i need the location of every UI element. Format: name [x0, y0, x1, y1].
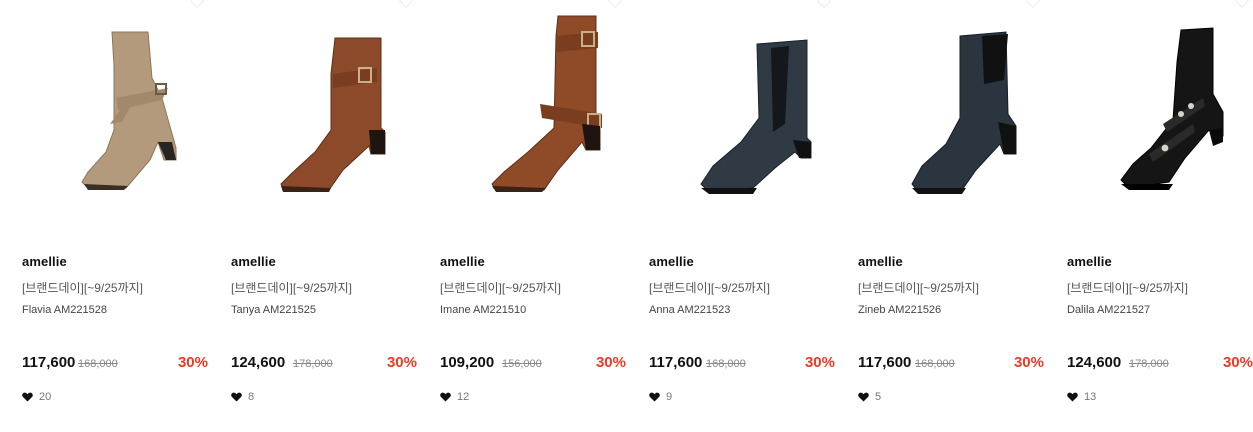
- like-area[interactable]: 8: [231, 390, 254, 404]
- product-name[interactable]: Flavia AM221528: [22, 304, 107, 316]
- boot-illustration: [911, 31, 1017, 194]
- promo-label: [브랜드데이][~9/25까지]: [440, 281, 561, 295]
- boot-illustration: [280, 37, 386, 192]
- like-count: 12: [457, 391, 470, 403]
- product-card[interactable]: amellie [브랜드데이][~9/25까지] Tanya AM221525 …: [231, 0, 440, 432]
- price-row: 117,600 168,000 30%: [858, 354, 1044, 374]
- product-card[interactable]: amellie [브랜드데이][~9/25까지] Flavia AM221528…: [22, 0, 231, 432]
- brand-name[interactable]: amellie: [649, 254, 694, 269]
- heart-icon[interactable]: [649, 392, 660, 402]
- product-name[interactable]: Dalila AM221527: [1067, 304, 1150, 316]
- like-area[interactable]: 12: [440, 390, 469, 404]
- discount-rate: 30%: [804, 354, 835, 371]
- like-area[interactable]: 9: [649, 390, 672, 404]
- boot-illustration: [81, 31, 177, 190]
- brand-name[interactable]: amellie: [440, 254, 485, 269]
- original-price: 156,000: [502, 358, 542, 370]
- price-row: 124,600 178,000 30%: [1067, 354, 1253, 374]
- like-count: 13: [1084, 391, 1097, 403]
- discount-rate: 30%: [177, 354, 208, 371]
- promo-label: [브랜드데이][~9/25까지]: [22, 281, 143, 295]
- original-price: 168,000: [706, 358, 746, 370]
- like-count: 5: [875, 391, 882, 403]
- product-grid: amellie [브랜드데이][~9/25까지] Flavia AM221528…: [0, 0, 1253, 432]
- discount-rate: 30%: [386, 354, 417, 371]
- product-name[interactable]: Anna AM221523: [649, 304, 730, 316]
- product-name[interactable]: Tanya AM221525: [231, 304, 316, 316]
- sale-price: 124,600: [231, 354, 286, 371]
- like-count: 9: [666, 391, 673, 403]
- product-image[interactable]: [880, 2, 1030, 212]
- product-image[interactable]: [462, 2, 612, 212]
- brand-name[interactable]: amellie: [231, 254, 276, 269]
- product-image[interactable]: [1089, 2, 1239, 212]
- sale-price: 117,600: [22, 354, 76, 371]
- brand-name[interactable]: amellie: [858, 254, 903, 269]
- promo-label: [브랜드데이][~9/25까지]: [231, 281, 352, 295]
- like-area[interactable]: 13: [1067, 390, 1096, 404]
- brand-name[interactable]: amellie: [1067, 254, 1112, 269]
- product-card[interactable]: amellie [브랜드데이][~9/25까지] Imane AM221510 …: [440, 0, 649, 432]
- boot-illustration: [700, 39, 812, 194]
- heart-icon[interactable]: [231, 392, 242, 402]
- boot-illustration: [1120, 27, 1224, 190]
- discount-rate: 30%: [1013, 354, 1044, 371]
- original-price: 168,000: [78, 358, 118, 370]
- heart-icon[interactable]: [858, 392, 869, 402]
- original-price: 168,000: [915, 358, 955, 370]
- price-row: 124,600 178,000 30%: [231, 354, 417, 374]
- discount-rate: 30%: [595, 354, 626, 371]
- brand-name[interactable]: amellie: [22, 254, 67, 269]
- promo-label: [브랜드데이][~9/25까지]: [649, 281, 770, 295]
- product-image[interactable]: [671, 2, 821, 212]
- original-price: 178,000: [1129, 358, 1169, 370]
- product-image[interactable]: [253, 2, 403, 212]
- like-count: 8: [248, 391, 255, 403]
- heart-icon[interactable]: [440, 392, 451, 402]
- sale-price: 124,600: [1067, 354, 1122, 371]
- sale-price: 109,200: [440, 354, 495, 371]
- heart-icon[interactable]: [22, 392, 33, 402]
- original-price: 178,000: [293, 358, 333, 370]
- boot-illustration: [491, 15, 602, 192]
- price-row: 109,200 156,000 30%: [440, 354, 626, 374]
- promo-label: [브랜드데이][~9/25까지]: [858, 281, 979, 295]
- promo-label: [브랜드데이][~9/25까지]: [1067, 281, 1188, 295]
- heart-icon[interactable]: [1067, 392, 1078, 402]
- like-area[interactable]: 5: [858, 390, 881, 404]
- like-area[interactable]: 20: [22, 390, 51, 404]
- price-row: 117,600 168,000 30%: [649, 354, 835, 374]
- product-card[interactable]: amellie [브랜드데이][~9/25까지] Dalila AM221527…: [1067, 0, 1253, 432]
- product-card[interactable]: amellie [브랜드데이][~9/25까지] Anna AM221523 1…: [649, 0, 858, 432]
- sale-price: 117,600: [858, 354, 912, 371]
- product-name[interactable]: Imane AM221510: [440, 304, 526, 316]
- product-card[interactable]: amellie [브랜드데이][~9/25까지] Zineb AM221526 …: [858, 0, 1067, 432]
- price-row: 117,600 168,000 30%: [22, 354, 208, 374]
- sale-price: 117,600: [649, 354, 703, 371]
- discount-rate: 30%: [1222, 354, 1253, 371]
- like-count: 20: [39, 391, 52, 403]
- product-image[interactable]: [44, 2, 194, 212]
- product-name[interactable]: Zineb AM221526: [858, 304, 941, 316]
